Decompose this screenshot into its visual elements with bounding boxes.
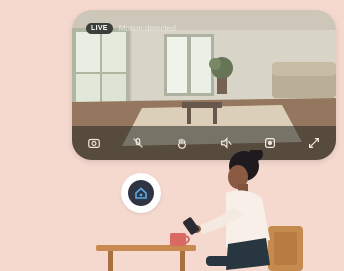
hand-icon [177, 138, 187, 149]
record-icon [265, 138, 275, 148]
camera-icon [88, 138, 100, 148]
mic-off-icon [133, 138, 143, 148]
woman-with-phone-illustration [96, 150, 303, 271]
status-text: Motion detected [118, 24, 176, 33]
camera-status-row: LIVE Motion detected [86, 23, 176, 34]
camera-feed-card[interactable]: LIVE Motion detected [72, 10, 336, 160]
expand-icon [309, 138, 319, 148]
speaker-icon [221, 137, 232, 149]
live-badge: LIVE [86, 23, 113, 34]
